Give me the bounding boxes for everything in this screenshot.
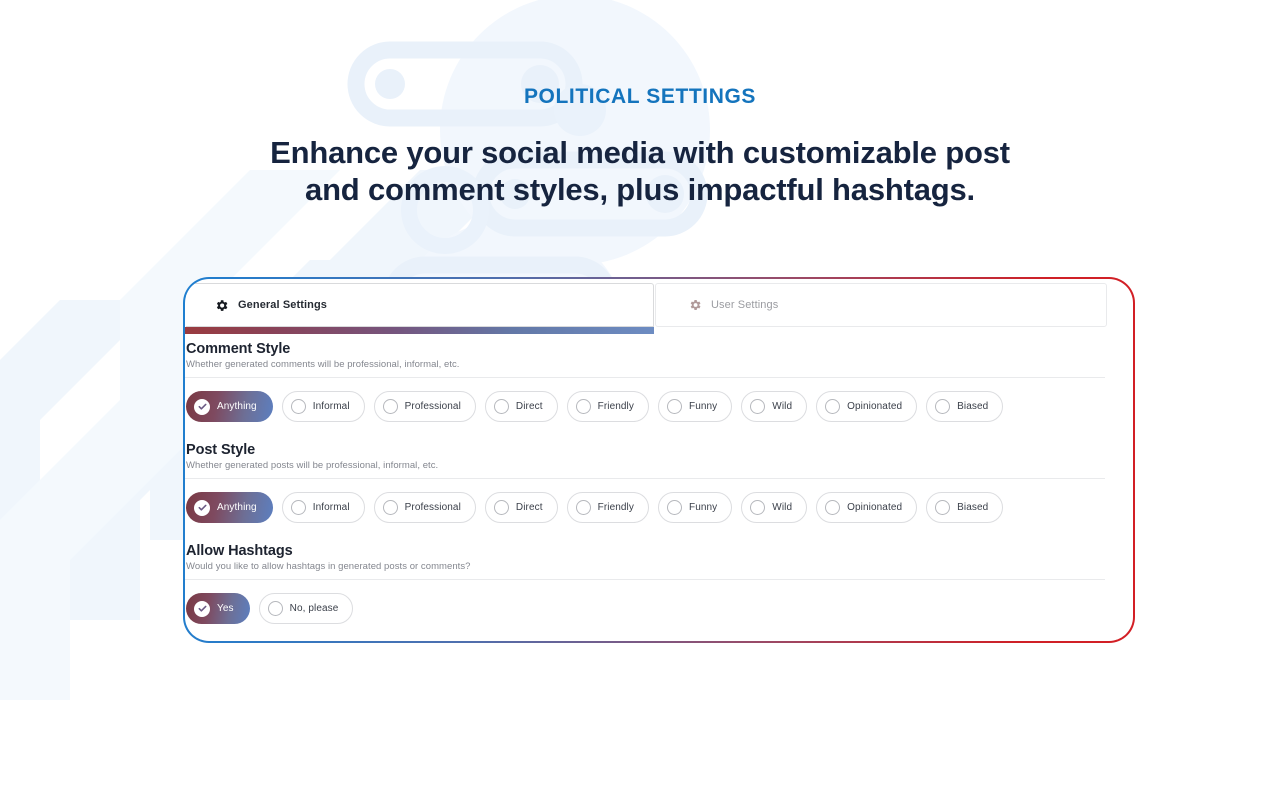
option-pill-biased[interactable]: Biased (926, 492, 1004, 523)
section-subtitle: Whether generated posts will be professi… (186, 460, 439, 471)
option-pill-label: Opinionated (847, 401, 903, 412)
option-pill-anything[interactable]: Anything (186, 391, 273, 422)
option-pill-yes[interactable]: Yes (186, 593, 250, 624)
radio-unchecked-icon (382, 399, 398, 414)
page-header: POLITICAL SETTINGS Enhance your social m… (0, 84, 1280, 208)
tab-general-settings-label: General Settings (238, 299, 328, 311)
option-pill-label: Professional (404, 401, 461, 412)
option-pill-label: Anything (217, 401, 257, 412)
check-circle-icon (194, 600, 210, 617)
option-pill-professional[interactable]: Professional (373, 391, 476, 422)
option-pill-funny[interactable]: Funny (657, 492, 733, 523)
radio-unchecked-icon (290, 500, 306, 515)
option-group-post-style: Anything Informal Professional Direct Friend… (185, 479, 1105, 523)
radio-unchecked-icon (382, 500, 398, 515)
radio-unchecked-icon (935, 399, 951, 414)
option-pill-direct[interactable]: Direct (484, 492, 558, 523)
option-pill-label: Opinionated (847, 502, 903, 513)
page-title-line-1: Enhance your social media with customiza… (270, 135, 1010, 171)
tab-bar: General Settings User Settings (185, 279, 1133, 334)
option-pill-wild[interactable]: Wild (741, 391, 808, 422)
section-title: Comment Style (186, 341, 291, 357)
active-tab-indicator (185, 327, 654, 334)
option-pill-anything[interactable]: Anything (186, 492, 273, 523)
option-pill-label: Biased (957, 401, 989, 412)
page-title-line-2: and comment styles, plus impactful hasht… (305, 171, 975, 207)
option-pill-label: Informal (312, 401, 350, 412)
tab-user-settings[interactable]: User Settings (655, 283, 1107, 327)
tab-user-settings-label: User Settings (711, 299, 779, 311)
section-allow-hashtags: Allow Hashtags Would you like to allow h… (185, 543, 1133, 624)
gear-icon (690, 300, 701, 310)
section-title: Post Style (186, 442, 256, 458)
radio-unchecked-icon (750, 500, 766, 515)
page-title: Enhance your social media with customiza… (0, 135, 1280, 208)
section-post-style: Post Style Whether generated posts will … (185, 442, 1133, 523)
radio-unchecked-icon (935, 500, 951, 515)
option-pill-label: Friendly (597, 401, 634, 412)
radio-unchecked-icon (575, 399, 591, 414)
check-circle-icon (194, 499, 210, 516)
option-group-comment-style: Anything Informal Professional Direct Friend… (185, 378, 1105, 422)
check-circle-icon (194, 398, 210, 415)
page-eyebrow: POLITICAL SETTINGS (523, 85, 757, 108)
option-pill-no-please[interactable]: No, please (258, 593, 354, 624)
option-pill-opinionated[interactable]: Opinionated (816, 391, 918, 422)
option-pill-label: Professional (404, 502, 461, 513)
radio-unchecked-icon (666, 500, 682, 515)
radio-unchecked-icon (493, 500, 509, 515)
option-pill-direct[interactable]: Direct (484, 391, 558, 422)
option-pill-biased[interactable]: Biased (926, 391, 1004, 422)
gear-icon (216, 299, 228, 311)
option-pill-label: Wild (772, 401, 793, 412)
option-pill-label: Informal (312, 502, 350, 513)
option-pill-label: Biased (957, 502, 989, 513)
option-pill-label: Friendly (597, 502, 634, 513)
radio-unchecked-icon (825, 500, 841, 515)
radio-unchecked-icon (666, 399, 682, 414)
option-pill-informal[interactable]: Informal (281, 492, 365, 523)
option-pill-label: Yes (217, 603, 234, 614)
option-pill-label: Funny (688, 502, 718, 513)
tab-general-settings[interactable]: General Settings (186, 283, 654, 327)
option-pill-wild[interactable]: Wild (741, 492, 808, 523)
radio-unchecked-icon (825, 399, 841, 414)
section-comment-style: Comment Style Whether generated comments… (185, 341, 1133, 422)
radio-unchecked-icon (575, 500, 591, 515)
radio-unchecked-icon (267, 601, 283, 616)
option-pill-friendly[interactable]: Friendly (566, 391, 649, 422)
radio-unchecked-icon (750, 399, 766, 414)
radio-unchecked-icon (290, 399, 306, 414)
section-title: Allow Hashtags (186, 543, 293, 559)
section-subtitle: Whether generated comments will be profe… (186, 359, 460, 370)
option-pill-label: Funny (688, 401, 718, 412)
option-group-allow-hashtags: Yes No, please (185, 580, 1105, 624)
option-pill-label: Anything (217, 502, 257, 513)
option-pill-informal[interactable]: Informal (281, 391, 365, 422)
option-pill-label: Direct (515, 502, 543, 513)
radio-unchecked-icon (493, 399, 509, 414)
option-pill-funny[interactable]: Funny (657, 391, 733, 422)
option-pill-label: No, please (289, 603, 339, 614)
section-subtitle: Would you like to allow hashtags in gene… (186, 561, 471, 572)
option-pill-label: Wild (772, 502, 793, 513)
settings-card: General Settings User Settings Comment S… (183, 277, 1135, 643)
option-pill-opinionated[interactable]: Opinionated (816, 492, 918, 523)
option-pill-label: Direct (515, 401, 543, 412)
option-pill-professional[interactable]: Professional (373, 492, 476, 523)
option-pill-friendly[interactable]: Friendly (566, 492, 649, 523)
